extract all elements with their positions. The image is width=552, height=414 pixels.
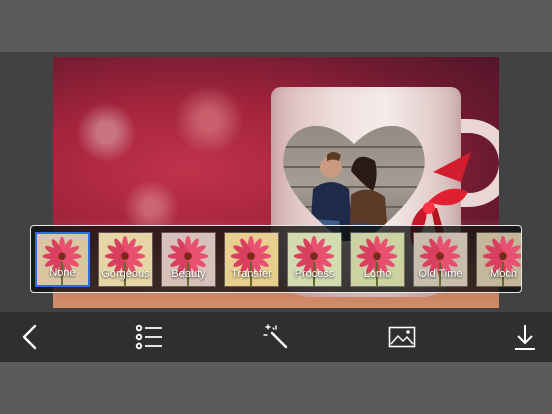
filter-item-transfer[interactable]: Transfer bbox=[224, 232, 279, 287]
filter-label: Process bbox=[294, 268, 335, 280]
filter-label: Transfer bbox=[231, 268, 272, 280]
top-bar bbox=[0, 0, 552, 52]
filter-label: None bbox=[49, 267, 76, 279]
filter-item-moch[interactable]: Moch bbox=[476, 232, 521, 287]
download-icon bbox=[515, 325, 535, 350]
filter-label: Lomo bbox=[363, 268, 392, 280]
filter-item-process[interactable]: Process bbox=[287, 232, 342, 287]
download-button[interactable] bbox=[495, 312, 552, 362]
filter-strip[interactable]: None Gorgeous Beauty Transfer Process Lomo Old… bbox=[30, 225, 522, 293]
filter-label: Beauty bbox=[171, 268, 206, 280]
filter-item-beauty[interactable]: Beauty bbox=[161, 232, 216, 287]
magic-wand-icon bbox=[263, 324, 288, 349]
filter-label: Gorgeous bbox=[101, 268, 150, 280]
filter-item-old-time[interactable]: Old Time bbox=[413, 232, 468, 287]
back-button[interactable] bbox=[0, 312, 60, 362]
image-button[interactable] bbox=[372, 312, 432, 362]
image-icon bbox=[388, 326, 416, 348]
filter-item-none[interactable]: None bbox=[35, 232, 90, 287]
filter-item-lomo[interactable]: Lomo bbox=[350, 232, 405, 287]
magic-wand-button[interactable] bbox=[246, 312, 306, 362]
bottom-toolbar bbox=[0, 312, 552, 362]
filter-label: Old Time bbox=[418, 268, 463, 280]
filter-item-gorgeous[interactable]: Gorgeous bbox=[98, 232, 153, 287]
list-icon bbox=[135, 324, 162, 350]
bottom-bar bbox=[0, 362, 552, 414]
list-button[interactable] bbox=[119, 312, 179, 362]
filter-label: Moch bbox=[490, 268, 517, 280]
chevron-left-icon bbox=[22, 324, 37, 350]
